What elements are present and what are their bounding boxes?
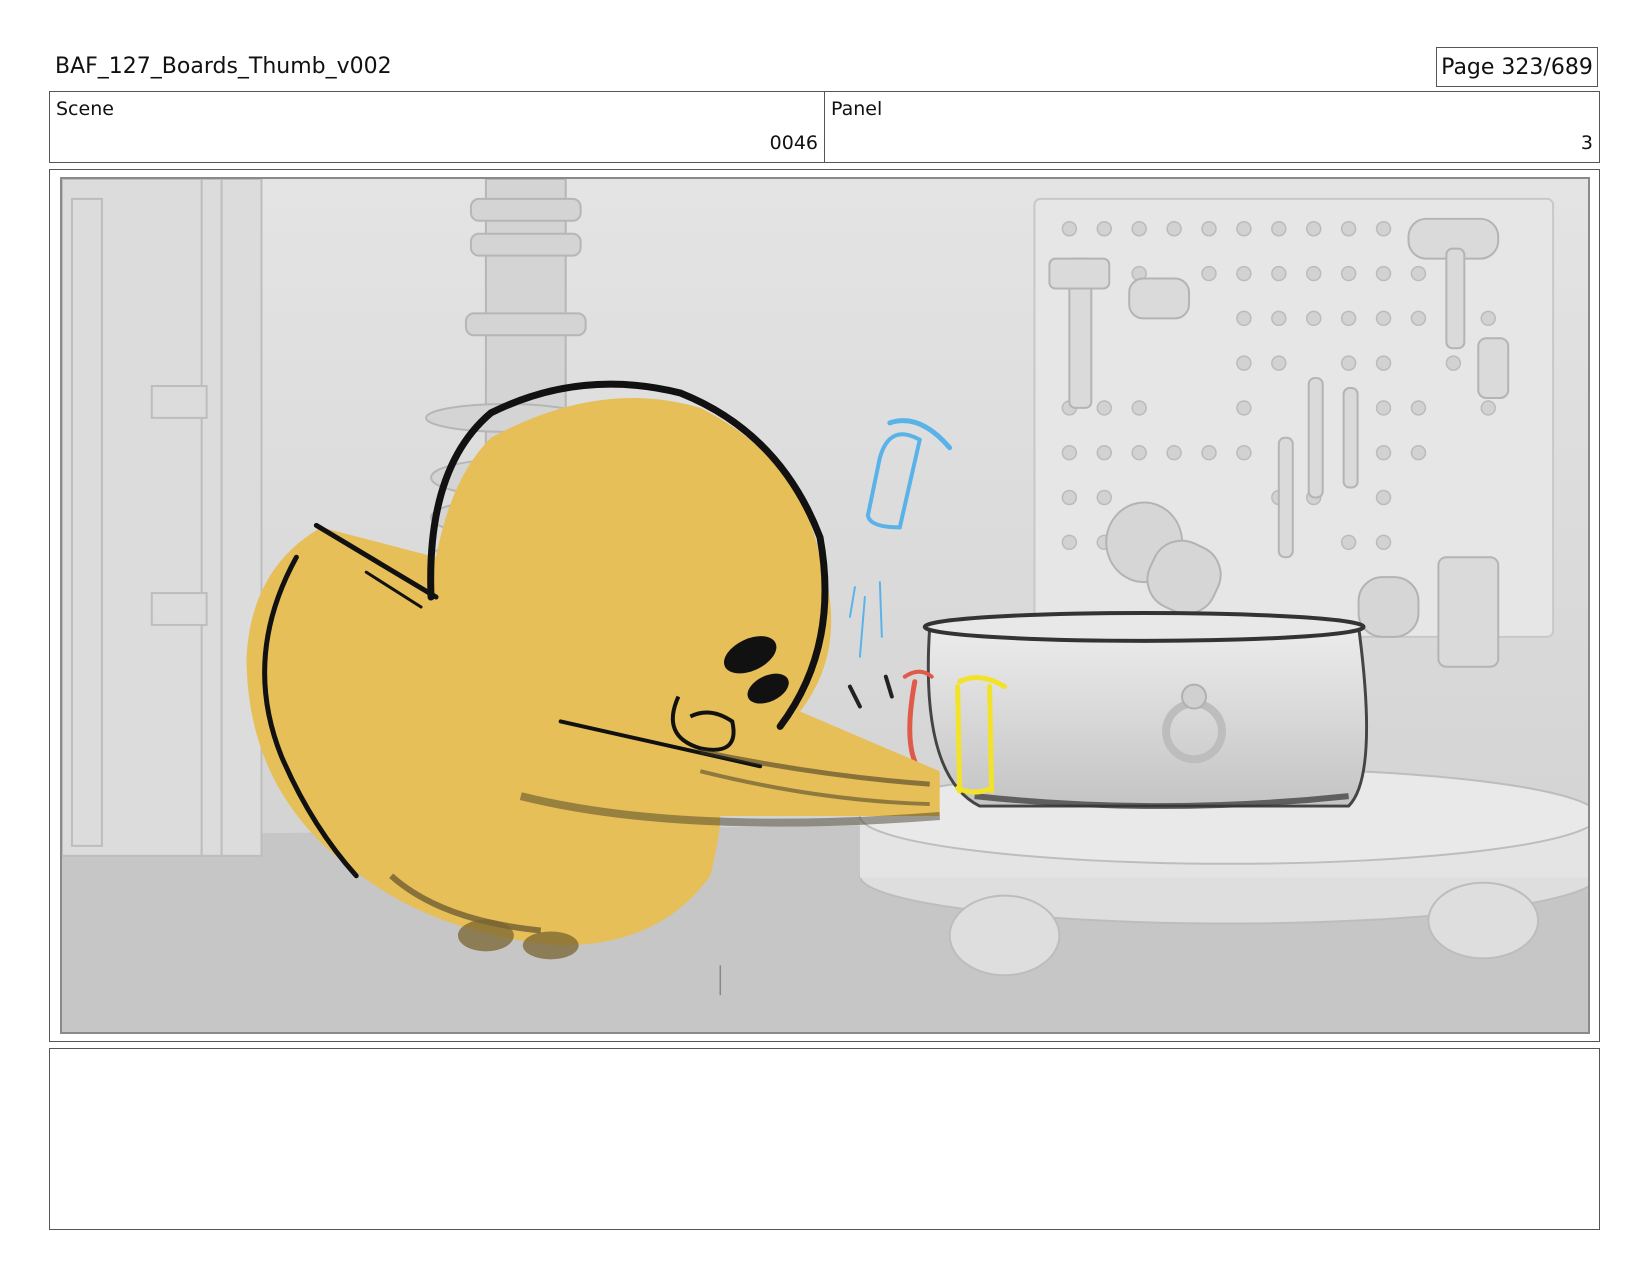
storyboard-frame (49, 169, 1600, 1042)
door-frame (62, 179, 263, 857)
panel-label: Panel (831, 98, 883, 120)
scene-value: 0046 (769, 132, 818, 154)
panel-value: 3 (1580, 132, 1593, 154)
scene-label: Scene (56, 98, 114, 120)
page-indicator: Page 323/689 (1436, 47, 1598, 87)
scene-cell: Scene 0046 (50, 92, 824, 162)
notes-box (49, 1048, 1600, 1230)
storyboard-image (60, 177, 1590, 1034)
document-title: BAF_127_Boards_Thumb_v002 (55, 54, 392, 79)
storyboard-illustration (62, 179, 1588, 1032)
panel-cell: Panel 3 (824, 92, 1599, 162)
scene-panel-row: Scene 0046 Panel 3 (49, 91, 1600, 163)
